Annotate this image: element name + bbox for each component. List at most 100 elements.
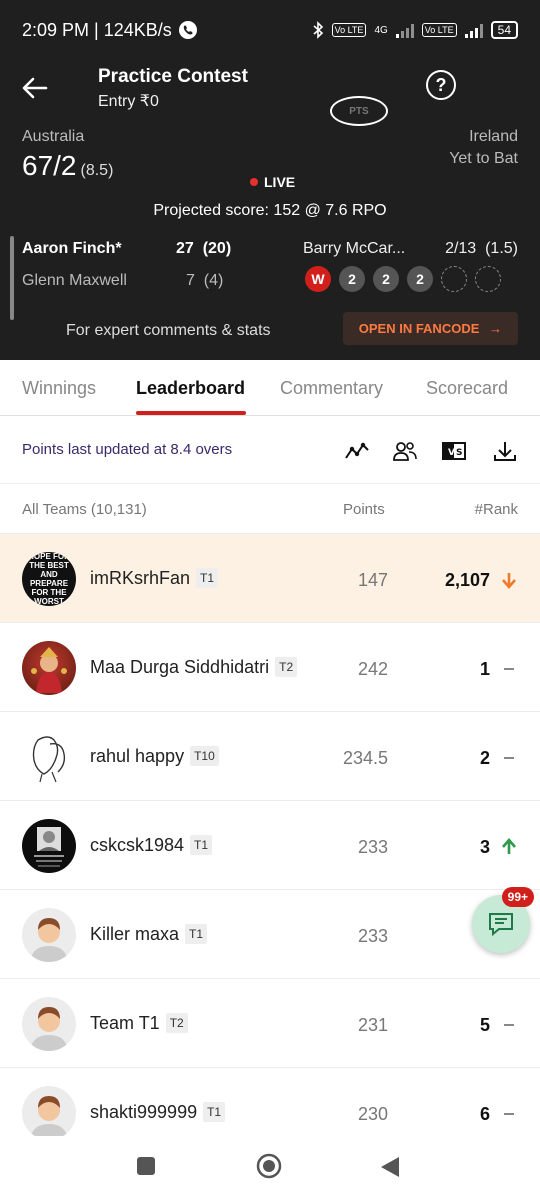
team-points: 242 [357,659,388,679]
ball-pending [475,266,501,292]
default-avatar-icon [30,1096,68,1140]
bowler-figures: 2/13 (1.5) [445,240,518,257]
back-arrow-icon [22,77,48,99]
team-badge: T2 [275,657,298,677]
leaderboard-row[interactable]: Maa Durga Siddhidatri T2 242 1 [0,623,540,712]
avatar [22,908,76,962]
download-button[interactable] [492,438,518,464]
rank-up-icon [500,837,518,857]
projected-score: Projected score: 152 @ 7.6 RPO [153,202,387,219]
tab-leaderboard[interactable]: Leaderboard [136,378,245,399]
batsman1-name: Aaron Finch* [22,240,122,257]
avatar-quote-text: HOPE FOR THE BEST AND PREPARE FOR THE WO… [28,552,70,606]
points-updated-text: Points last updated at 8.4 overs [22,441,233,458]
leaderboard-header: All Teams (10,131) Points #Rank [0,484,540,534]
battery-icon: 54 [490,21,518,39]
question-circle-icon: ? [435,74,447,95]
avatar: HOPE FOR THE BEST AND PREPARE FOR THE WO… [22,552,76,606]
help-button[interactable]: ? [426,70,456,100]
over-balls: W 2 2 2 [305,266,501,292]
system-nav-bar [0,1136,540,1200]
versus-button[interactable]: VS [441,438,467,464]
avatar [22,730,76,784]
svg-text:S: S [456,448,462,458]
live-dot-icon [250,178,258,186]
svg-text:V: V [448,448,455,458]
recents-button[interactable] [136,1156,156,1181]
team-badge: T1 [196,568,219,588]
default-avatar-icon [30,1007,68,1051]
bowling-team: Ireland [469,128,518,145]
ball-pending [441,266,467,292]
ball-run: 2 [373,266,399,292]
volte-badge-2: Vo LTE [421,23,457,37]
square-icon [137,1157,155,1175]
open-fancode-button[interactable]: OPEN IN FANCODE → [342,312,518,345]
pts-label: PTS [349,105,369,117]
leaderboard-row[interactable]: rahul happy T10 234.5 2 [0,712,540,801]
home-circle-icon [256,1153,282,1179]
ball-run: 2 [339,266,365,292]
status-time: 2:09 PM | 124KB/s [22,19,172,40]
rank-down-icon [500,570,518,590]
tab-winnings[interactable]: Winnings [22,378,96,399]
users-icon [393,442,417,461]
rank-same-icon [500,1104,518,1124]
scoreboard: Australia 67/2 (8.5) LIVE Ireland Yet to … [0,116,540,198]
team-rank: 6 [479,1104,490,1124]
back-nav-button[interactable] [380,1156,400,1183]
chat-button[interactable]: 99+ [472,887,534,953]
team-name: shakti999999 [90,1102,198,1122]
match-header: 2:09 PM | 124KB/s Vo LTE 4G Vo LTE 54 Pr… [0,0,540,360]
leaderboard-row[interactable]: cskcsk1984 T1 233 3 [0,801,540,890]
leaderboard-row-mine[interactable]: HOPE FOR THE BEST AND PREPARE FOR THE WO… [0,534,540,623]
arrow-right-icon: → [489,321,502,336]
avatar [22,819,76,873]
chat-icon [489,913,513,937]
team-rank: 2 [479,748,490,768]
team-badge: T1 [203,1102,226,1122]
compare-users-button[interactable] [392,438,418,464]
bowler-name: Barry McCar... [303,240,406,257]
team-badge: T2 [165,1013,188,1033]
team-badge: T10 [190,746,219,766]
active-tab-indicator [136,411,246,415]
status-bar: 2:09 PM | 124KB/s Vo LTE 4G Vo LTE 54 [0,0,540,60]
live-label: LIVE [264,174,296,190]
tab-commentary[interactable]: Commentary [280,378,383,399]
bluetooth-icon [313,21,323,39]
batting-team: Australia [22,128,85,145]
trend-chart-button[interactable] [344,438,370,464]
team-rank: 5 [479,1015,490,1035]
versus-icon: VS [442,442,466,460]
team-points: 234.5 [342,748,388,768]
live-indicator: LIVE [250,174,295,190]
batsman1-score: 27 (20) [176,240,232,257]
avatar [22,1086,76,1140]
default-avatar-icon [30,918,68,962]
back-button[interactable] [22,71,56,105]
leaderboard-row[interactable]: Killer maxa T1 233 [0,890,540,979]
signal-icon-2 [464,22,483,38]
expert-text: For expert comments & stats [66,322,271,339]
team-score: 67/2 [22,150,77,181]
chat-count-badge: 99+ [501,887,534,907]
tab-scorecard[interactable]: Scorecard [426,378,508,399]
download-icon [494,442,516,461]
home-button[interactable] [256,1153,282,1184]
team-points: 233 [357,926,388,946]
team-name: rahul happy [90,746,185,766]
team-points: 233 [357,837,388,857]
rank-same-icon [500,659,518,679]
ball-run: 2 [407,266,433,292]
team-name: imRKsrhFan [90,568,191,588]
triangle-back-icon [381,1157,399,1177]
leaderboard-row[interactable]: Team T1 T2 231 5 [0,979,540,1068]
batsman2-score: 7 (4) [186,272,224,289]
avatar [22,997,76,1051]
team-points: 147 [357,570,388,590]
team-name: cskcsk1984 [90,835,185,855]
signal-icon-1 [395,22,414,38]
contest-entry: Entry ₹0 [98,92,159,110]
rank-same-icon [500,748,518,768]
